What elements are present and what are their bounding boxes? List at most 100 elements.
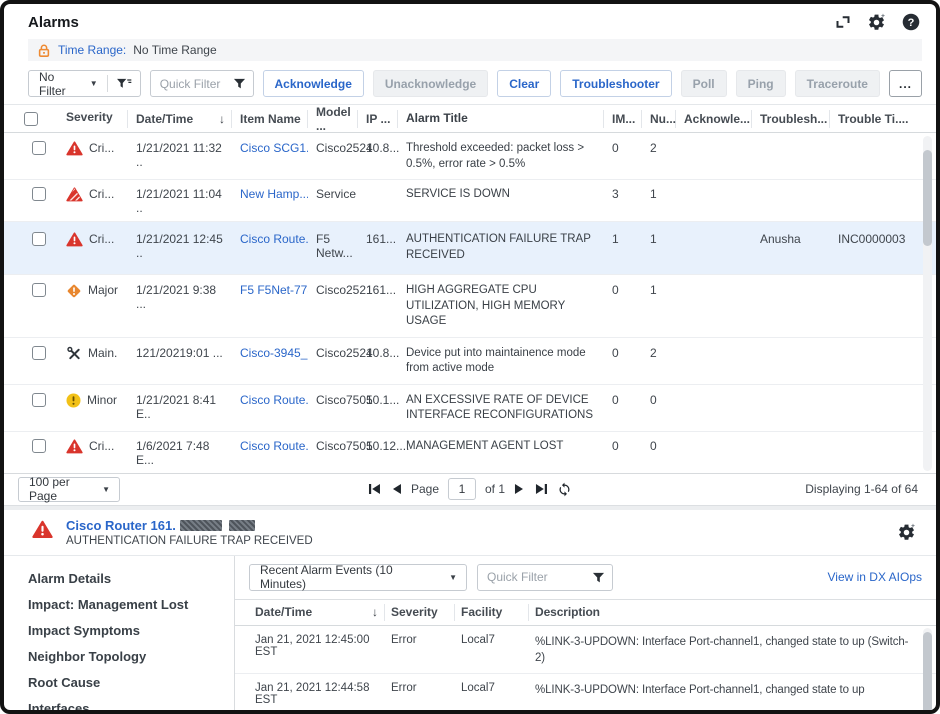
table-row-selected[interactable]: Cri... 1/21/2021 12:45 .. Cisco Route...…: [4, 222, 936, 275]
log-row[interactable]: Jan 21, 2021 12:45:00 EST Error Local7 %…: [235, 626, 936, 674]
log-column-header-description[interactable]: Description: [529, 604, 936, 621]
log-table-header: Date/Time↓ Severity Facility Description: [235, 599, 936, 626]
column-header-severity[interactable]: Severity: [58, 110, 128, 128]
nav-item-interfaces[interactable]: Interfaces: [4, 696, 234, 714]
column-header-acknowledged[interactable]: Acknowle...: [676, 110, 752, 128]
clear-button[interactable]: Clear: [497, 70, 551, 97]
critical-severity-icon: [66, 439, 83, 457]
table-row[interactable]: Cri... 1/21/2021 11:32 .. Cisco SCG1... …: [4, 133, 936, 180]
troubleshooter-cell: [752, 385, 830, 400]
page-label: Page: [411, 482, 439, 496]
ip-address: 10.8...: [358, 133, 398, 162]
column-header-item-name[interactable]: Item Name: [232, 110, 308, 128]
row-checkbox[interactable]: [32, 232, 46, 246]
item-name-link[interactable]: Cisco-3945_...: [232, 338, 308, 367]
log-column-header-facility[interactable]: Facility: [455, 604, 529, 621]
alarm-datetime: 1/21/2021 8:41 E..: [128, 385, 232, 428]
nav-item-alarm-details[interactable]: Alarm Details: [4, 566, 234, 592]
number-count: 1: [642, 224, 676, 253]
table-row[interactable]: Minor 1/21/2021 8:41 E.. Cisco Route... …: [4, 385, 936, 432]
select-all-checkbox[interactable]: [24, 112, 38, 126]
nav-item-neighbor-topology[interactable]: Neighbor Topology: [4, 644, 234, 670]
table-row[interactable]: Cri... 1/6/2021 7:48 E... Cisco Route...…: [4, 432, 936, 473]
column-header-trouble-ticket[interactable]: Trouble Ti....: [830, 110, 910, 128]
next-page-icon[interactable]: [514, 483, 525, 495]
event-range-select[interactable]: Recent Alarm Events (10 Minutes) ▼: [249, 564, 467, 591]
log-facility: Local7: [455, 674, 529, 701]
refresh-icon[interactable]: [557, 482, 572, 497]
item-name-link[interactable]: Cisco SCG1...: [232, 133, 308, 162]
row-checkbox[interactable]: [32, 187, 46, 201]
first-page-icon[interactable]: [368, 483, 382, 495]
model-class: Cisco7505: [308, 432, 358, 459]
per-page-select[interactable]: 100 per Page ▼: [18, 477, 120, 502]
scrollbar-thumb[interactable]: [923, 150, 932, 246]
table-row[interactable]: Main. 121/20219:01 ... Cisco-3945_... Ci…: [4, 338, 936, 385]
log-row[interactable]: Jan 21, 2021 12:44:58 EST Error Local7 %…: [235, 674, 936, 714]
filter-settings-icon[interactable]: [108, 77, 140, 90]
page-number-input[interactable]: [448, 478, 476, 500]
alarm-table-header: Severity Date/Time↓ Item Name Model ... …: [4, 104, 936, 133]
alarm-title: Threshold exceeded: packet loss > 0.5%, …: [398, 133, 604, 179]
column-header-im[interactable]: IM...: [604, 110, 642, 128]
time-range-label[interactable]: Time Range:: [58, 43, 126, 57]
last-page-icon[interactable]: [534, 483, 548, 495]
gear-icon[interactable]: [897, 523, 916, 542]
item-name-link[interactable]: Cisco Route...: [232, 432, 308, 459]
previous-page-icon[interactable]: [391, 483, 402, 495]
detail-item-link[interactable]: Cisco Router 161.: [66, 518, 176, 533]
more-actions-button[interactable]: ...: [889, 70, 922, 97]
help-icon[interactable]: ?: [902, 13, 920, 31]
troubleshooter-cell: [752, 338, 830, 353]
table-row[interactable]: Cri... 1/21/2021 11:04 .. New Hamp... Se…: [4, 180, 936, 222]
column-header-ip[interactable]: IP ...: [358, 110, 398, 128]
log-column-header-datetime[interactable]: Date/Time↓: [249, 604, 385, 621]
page-title: Alarms: [28, 14, 79, 31]
table-row[interactable]: Major 1/21/2021 9:38 ... F5 F5Net-773 Ci…: [4, 275, 936, 338]
filter-select-value: No Filter: [29, 70, 90, 98]
nav-item-root-cause[interactable]: Root Cause: [4, 670, 234, 696]
column-header-model[interactable]: Model ...: [308, 110, 358, 128]
acknowledge-button[interactable]: Acknowledge: [263, 70, 364, 97]
major-severity-icon: [66, 283, 82, 302]
impact-count: 0: [604, 432, 642, 459]
row-checkbox[interactable]: [32, 393, 46, 407]
trouble-ticket-cell: [830, 338, 910, 353]
column-header-nu[interactable]: Nu...: [642, 110, 676, 128]
gear-icon[interactable]: [867, 13, 886, 32]
ip-address: [358, 180, 398, 193]
chevron-down-icon: ▼: [102, 485, 119, 494]
row-checkbox[interactable]: [32, 141, 46, 155]
column-header-troubleshooter[interactable]: Troublesh...: [752, 110, 830, 128]
column-header-datetime[interactable]: Date/Time↓: [128, 110, 232, 128]
row-checkbox[interactable]: [32, 439, 46, 453]
view-in-dx-aiops-link[interactable]: View in DX AIOps: [828, 570, 923, 584]
trouble-ticket-cell: INC0000003: [830, 224, 910, 253]
column-header-alarm-title[interactable]: Alarm Title: [398, 110, 604, 128]
model-class: Cisco2524: [308, 133, 358, 162]
item-name-link[interactable]: New Hamp...: [232, 180, 308, 207]
filter-select[interactable]: No Filter ▼: [28, 70, 141, 97]
nav-item-impact-management-lost[interactable]: Impact: Management Lost: [4, 592, 234, 618]
number-count: 0: [642, 432, 676, 459]
sort-desc-icon: ↓: [219, 112, 225, 126]
time-range-value: No Time Range: [133, 43, 216, 57]
log-column-header-severity[interactable]: Severity: [385, 604, 455, 621]
popout-icon[interactable]: [835, 14, 851, 30]
acknowledged-cell: [676, 180, 752, 193]
alarm-title: MANAGEMENT AGENT LOST: [398, 432, 604, 461]
model-class: F5 Netw...: [308, 224, 358, 267]
item-name-link[interactable]: Cisco Route...: [232, 385, 308, 414]
troubleshooter-button[interactable]: Troubleshooter: [560, 70, 671, 97]
nav-item-impact-symptoms[interactable]: Impact Symptoms: [4, 618, 234, 644]
alarm-table-scrollbar[interactable]: [923, 136, 932, 471]
ip-address: 10.1...: [358, 385, 398, 414]
row-checkbox[interactable]: [32, 283, 46, 297]
item-name-link[interactable]: Cisco Route...: [232, 224, 308, 253]
scrollbar-thumb[interactable]: [923, 632, 932, 714]
alarm-datetime: 1/21/2021 9:38 ...: [128, 275, 232, 318]
acknowledged-cell: [676, 338, 752, 353]
item-name-link[interactable]: F5 F5Net-773: [232, 275, 308, 304]
row-checkbox[interactable]: [32, 346, 46, 360]
log-table-scrollbar[interactable]: [923, 628, 932, 714]
